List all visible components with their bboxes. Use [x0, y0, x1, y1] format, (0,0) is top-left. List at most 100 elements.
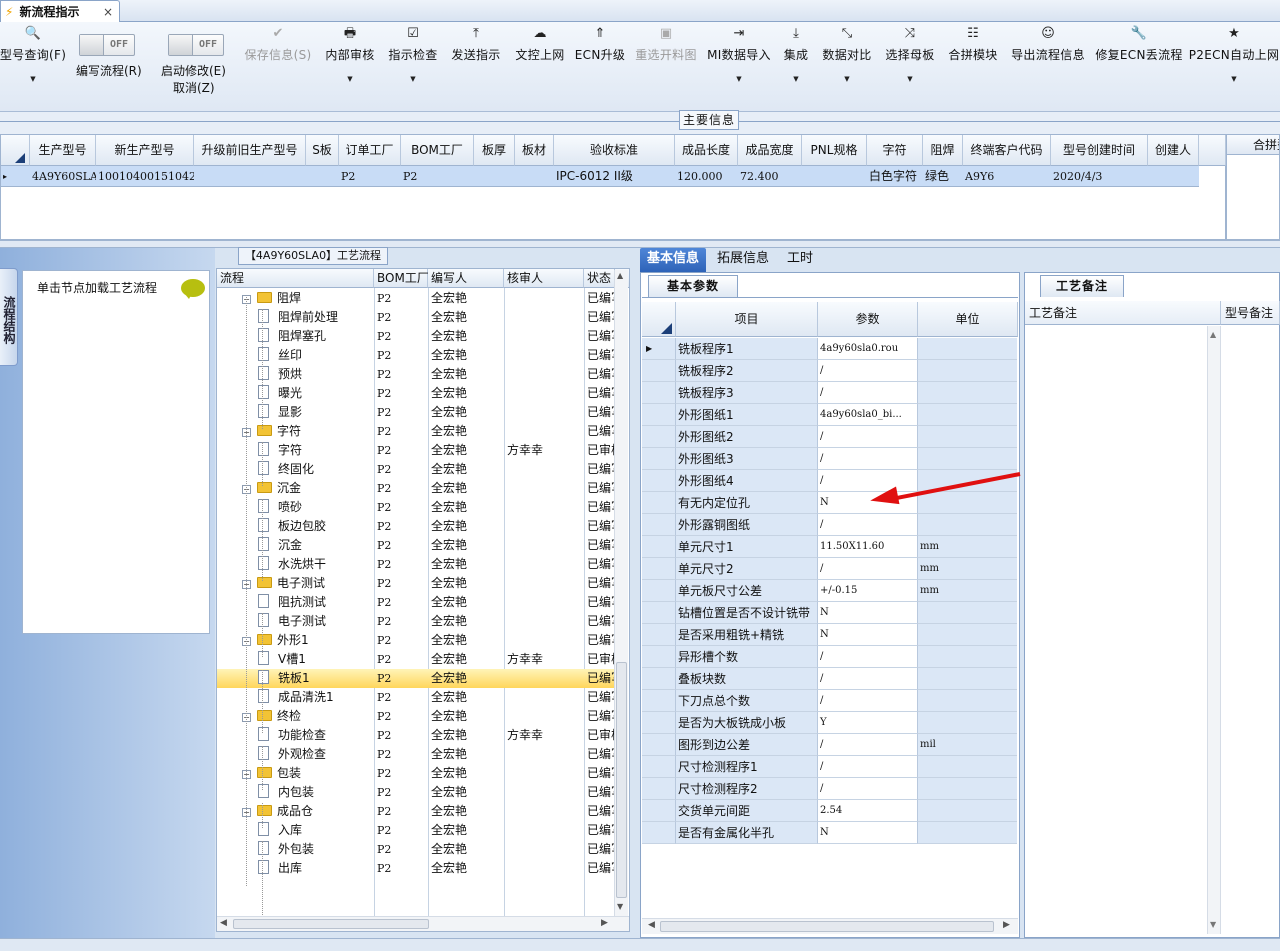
tree-node[interactable]: 铣板1	[220, 669, 374, 688]
main-col-header[interactable]: 验收标准	[554, 135, 675, 166]
param-row[interactable]: 铣板程序3/	[642, 382, 1018, 404]
tree-node[interactable]: 电子测试	[220, 612, 374, 631]
main-col-header[interactable]: 型号创建时间	[1051, 135, 1148, 166]
param-row[interactable]: 外形图纸1 4a9y60sla0_bi...	[642, 404, 1018, 426]
tree-node[interactable]: 字符	[220, 441, 374, 460]
tree-node[interactable]: 阻焊前处理	[220, 308, 374, 327]
main-cell[interactable]: IPC-6012 II级	[554, 166, 675, 187]
tab-extended-info[interactable]: 拓展信息	[710, 248, 776, 272]
tree-row[interactable]: 终固化 P2 全宏艳 已编写	[217, 460, 615, 479]
tree-row[interactable]: −沉金P2 全宏艳 已编写	[217, 479, 615, 498]
scroll-thumb[interactable]	[233, 919, 429, 929]
tree-node[interactable]: 喷砂	[220, 498, 374, 517]
param-row[interactable]: 尺寸检测程序1/	[642, 756, 1018, 778]
param-row[interactable]: 外形露铜图纸 /	[642, 514, 1018, 536]
tree-node[interactable]: 板边包胶	[220, 517, 374, 536]
toolbar-button-10[interactable]: ⤡ 数据对比 ▼	[822, 26, 871, 83]
tree-row[interactable]: −电子测试P2 全宏艳 已编写	[217, 574, 615, 593]
tree-col-header[interactable]: BOM工厂	[374, 269, 429, 288]
tree-col-header[interactable]: 状态	[584, 269, 615, 288]
param-value[interactable]: N	[818, 492, 918, 514]
tree-row[interactable]: −字符P2 全宏艳 已编写	[217, 422, 615, 441]
param-row[interactable]: 异形槽个数 /	[642, 646, 1018, 668]
tab-work-hours[interactable]: 工时	[780, 248, 820, 272]
main-col-header[interactable]: 新生产型号	[96, 135, 194, 166]
tree-row[interactable]: 阻抗测试 P2 全宏艳 已编写	[217, 593, 615, 612]
process-structure-tab[interactable]: 流程结构	[0, 268, 18, 366]
main-cell[interactable]	[515, 166, 554, 187]
tree-row[interactable]: 沉金 P2 全宏艳 已编写	[217, 536, 615, 555]
scroll-thumb[interactable]	[616, 662, 627, 898]
tree-row[interactable]: 曝光 P2 全宏艳 已编写	[217, 384, 615, 403]
param-row[interactable]: 外形图纸3/	[642, 448, 1018, 470]
toolbar-button-5[interactable]: ☁ 文控上网	[515, 26, 565, 63]
tree-node[interactable]: 终固化	[220, 460, 374, 479]
cancel-modify-label[interactable]: 取消(Z)	[173, 79, 215, 96]
scroll-left-icon[interactable]: ◀	[648, 920, 655, 930]
main-col-header[interactable]: 终端客户代码	[963, 135, 1051, 166]
main-col-header[interactable]: 成品长度	[675, 135, 738, 166]
tree-node[interactable]: − 阻焊	[220, 289, 374, 308]
tree-row[interactable]: 外包装 P2 全宏艳 已编写	[217, 840, 615, 859]
write-process-toggle[interactable]: OFF	[79, 34, 135, 56]
main-cell[interactable]: P2	[339, 166, 401, 187]
toolbar-button-0[interactable]: 🔍 型号查询(F) ▼	[0, 26, 66, 83]
toolbar-button-1[interactable]: ✔ 保存信息(S)	[244, 26, 311, 63]
chevron-down-icon[interactable]: ▼	[844, 75, 849, 83]
tree-node[interactable]: 成品清洗1	[220, 688, 374, 707]
process-tree-grid[interactable]: 流程BOM工厂编写人核审人状态▲ −阻焊P2全宏艳已编写阻焊前处理P2全宏艳已编…	[216, 268, 630, 932]
node-hint-box[interactable]: 单击节点加载工艺流程	[22, 270, 210, 634]
scroll-right-icon[interactable]: ▶	[1003, 920, 1010, 930]
param-value[interactable]: 2.54	[818, 800, 918, 822]
tree-row[interactable]: −成品仓P2 全宏艳 已编写	[217, 802, 615, 821]
main-col-header[interactable]: 生产型号	[30, 135, 96, 166]
notes-col-process[interactable]: 工艺备注	[1025, 301, 1221, 325]
main-cell[interactable]: 4A9Y60SLA0	[30, 166, 96, 187]
param-row[interactable]: ▶ 铣板程序1 4a9y60sla0.rou	[642, 338, 1018, 360]
toolbar-button-9[interactable]: ⤓ 集成 ▼	[783, 26, 809, 83]
chevron-down-icon[interactable]: ▼	[347, 75, 352, 83]
notes-vertical-scrollbar[interactable]: ▲ ▼	[1207, 326, 1221, 934]
param-value[interactable]: /	[818, 646, 918, 668]
tree-row[interactable]: 电子测试 P2 全宏艳 已编写	[217, 612, 615, 631]
toolbar-button-11[interactable]: ⤨ 选择母板 ▼	[885, 26, 934, 83]
param-value[interactable]: /	[818, 382, 918, 404]
tree-node[interactable]: 曝光	[220, 384, 374, 403]
param-value[interactable]: /	[818, 470, 918, 492]
tree-row[interactable]: −包装P2 全宏艳 已编写	[217, 764, 615, 783]
tree-node[interactable]: 阻抗测试	[220, 593, 374, 612]
tree-row[interactable]: 入库 P2 全宏艳 已编写	[217, 821, 615, 840]
param-row[interactable]: 尺寸检测程序2/	[642, 778, 1018, 800]
toolbar-button-14[interactable]: 🔧 修复ECN丢流程	[1095, 26, 1182, 63]
param-row[interactable]: 单元板尺寸公差 +/-0.15 mm	[642, 580, 1018, 602]
param-row[interactable]: 单元尺寸2/mm	[642, 558, 1018, 580]
main-cell[interactable]: 绿色	[923, 166, 963, 187]
tree-row[interactable]: 内包装 P2 全宏艳 已编写	[217, 783, 615, 802]
param-row[interactable]: 钻槽位置是否不设计铣带 N	[642, 602, 1018, 624]
tree-node[interactable]: 外观检查	[220, 745, 374, 764]
tree-col-header[interactable]: 编写人	[428, 269, 504, 288]
param-value[interactable]: /	[818, 668, 918, 690]
main-col-header[interactable]: 板厚	[474, 135, 515, 166]
tree-row[interactable]: V槽1 P2 全宏艳 方幸幸 已审核	[217, 650, 615, 669]
main-info-grid[interactable]: 生产型号 新生产型号 升级前旧生产型号 S板 订单工厂 BOM工厂 板厚 板材 验收标准 成品长度…	[0, 134, 1226, 240]
tree-col-header[interactable]: 流程	[217, 269, 374, 288]
chevron-down-icon[interactable]: ▼	[736, 75, 741, 83]
tree-row[interactable]: 板边包胶 P2 全宏艳 已编写	[217, 517, 615, 536]
tree-row[interactable]: 功能检查 P2 全宏艳 方幸幸 已审核	[217, 726, 615, 745]
main-cell[interactable]: A9Y6	[963, 166, 1051, 187]
param-row[interactable]: 外形图纸2/	[642, 426, 1018, 448]
scroll-up-icon[interactable]: ▲	[1210, 330, 1216, 339]
main-cell[interactable]	[1148, 166, 1199, 187]
param-row[interactable]: 图形到边公差 / mil	[642, 734, 1018, 756]
params-grid[interactable]: 项目 参数 单位 ▶ 铣板程序1 4a9y60sla0.rou 铣板程序2/铣板程序3…	[642, 297, 1018, 915]
tree-node[interactable]: 入库	[220, 821, 374, 840]
main-cell[interactable]: 120.000	[675, 166, 738, 187]
notes-col-model[interactable]: 型号备注	[1221, 301, 1280, 325]
param-row[interactable]: 交货单元间距 2.54	[642, 800, 1018, 822]
toolbar-button-4[interactable]: ⤒ 发送指示	[451, 26, 501, 63]
toolbar-button-15[interactable]: ★ P2ECN自动上网 ▼	[1189, 26, 1279, 83]
param-value[interactable]: /	[818, 756, 918, 778]
chevron-down-icon[interactable]: ▼	[410, 75, 415, 83]
table-row[interactable]: ▸ 4A9Y60SLA010010400151042 P2P2 IPC-6012 I…	[1, 166, 1199, 187]
